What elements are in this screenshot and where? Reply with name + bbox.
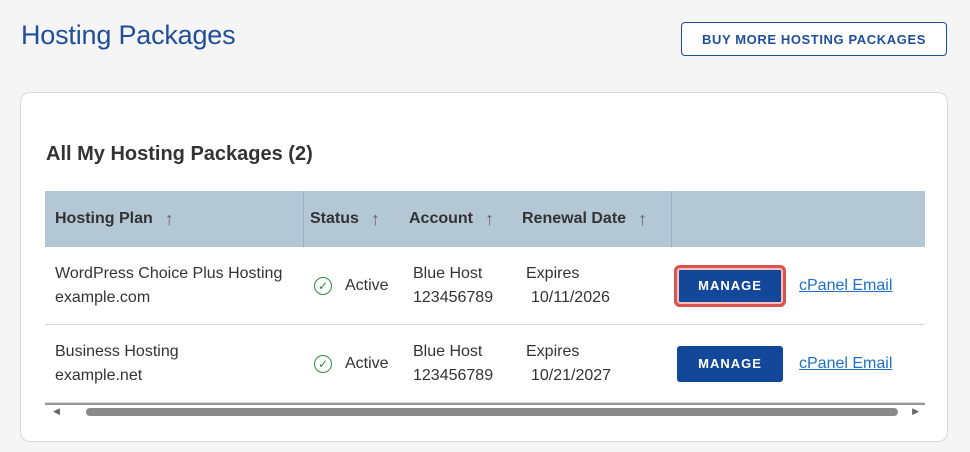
renewal-cell: Expires 10/21/2027 <box>516 340 672 388</box>
plan-domain: example.com <box>55 288 151 306</box>
sort-arrow-up-icon[interactable]: ↑ <box>638 209 647 230</box>
sort-arrow-up-icon[interactable]: ↑ <box>371 209 380 230</box>
manage-button[interactable]: MANAGE <box>674 264 786 307</box>
status-cell: ✓ Active <box>304 352 403 376</box>
actions-cell: MANAGE cPanel Email <box>672 345 925 382</box>
column-header-hosting-plan[interactable]: Hosting Plan ↑ <box>45 191 304 247</box>
scroll-right-icon[interactable]: ▶ <box>912 406 919 417</box>
scroll-left-icon[interactable]: ◀ <box>53 406 60 417</box>
renewal-cell: Expires 10/11/2026 <box>516 262 672 310</box>
scrollbar-thumb[interactable] <box>86 408 898 416</box>
account-cell: Blue Host 123456789 <box>403 262 516 310</box>
account-number: 123456789 <box>413 366 494 384</box>
renewal-label: Expires <box>526 264 580 282</box>
hosting-plan-cell: Business Hosting example.net <box>45 340 304 388</box>
actions-cell: MANAGE cPanel Email <box>672 264 925 307</box>
horizontal-scrollbar[interactable]: ◀ ▶ <box>45 403 925 421</box>
cpanel-email-link[interactable]: cPanel Email <box>799 274 892 298</box>
account-cell: Blue Host 123456789 <box>403 340 516 388</box>
column-header-status[interactable]: Status ↑ <box>304 191 403 247</box>
sort-arrow-up-icon[interactable]: ↑ <box>165 209 174 230</box>
status-cell: ✓ Active <box>304 274 403 298</box>
status-text: Active <box>345 354 389 372</box>
account-provider: Blue Host <box>413 342 483 360</box>
account-provider: Blue Host <box>413 264 483 282</box>
table-row: Business Hosting example.net ✓ Active Bl… <box>45 325 925 403</box>
manage-button[interactable]: MANAGE <box>677 345 783 382</box>
plan-name: WordPress Choice Plus Hosting <box>55 264 283 282</box>
page-title: Hosting Packages <box>21 20 236 50</box>
table-header: Hosting Plan ↑ Status ↑ Account ↑ Renewa… <box>45 191 925 247</box>
sort-arrow-up-icon[interactable]: ↑ <box>485 209 494 230</box>
plan-name: Business Hosting <box>55 342 179 360</box>
column-header-renewal-date[interactable]: Renewal Date ↑ <box>516 191 672 247</box>
check-circle-icon: ✓ <box>314 276 332 295</box>
cpanel-email-link[interactable]: cPanel Email <box>799 352 892 376</box>
renewal-date: 10/11/2026 <box>531 288 610 306</box>
column-header-account[interactable]: Account ↑ <box>403 191 516 247</box>
hosting-packages-card: All My Hosting Packages (2) Hosting Plan… <box>20 92 948 442</box>
column-header-actions <box>672 191 925 247</box>
status-text: Active <box>345 276 389 294</box>
section-title: All My Hosting Packages (2) <box>46 143 313 165</box>
plan-domain: example.net <box>55 366 143 384</box>
hosting-plan-cell: WordPress Choice Plus Hosting example.co… <box>45 262 304 310</box>
buy-more-hosting-button[interactable]: BUY MORE HOSTING PACKAGES <box>681 22 947 56</box>
check-circle-icon: ✓ <box>314 354 332 373</box>
account-number: 123456789 <box>413 288 494 306</box>
renewal-date: 10/21/2027 <box>531 366 612 384</box>
renewal-label: Expires <box>526 342 580 360</box>
table-row: WordPress Choice Plus Hosting example.co… <box>45 247 925 325</box>
hosting-table: Hosting Plan ↑ Status ↑ Account ↑ Renewa… <box>45 191 925 403</box>
